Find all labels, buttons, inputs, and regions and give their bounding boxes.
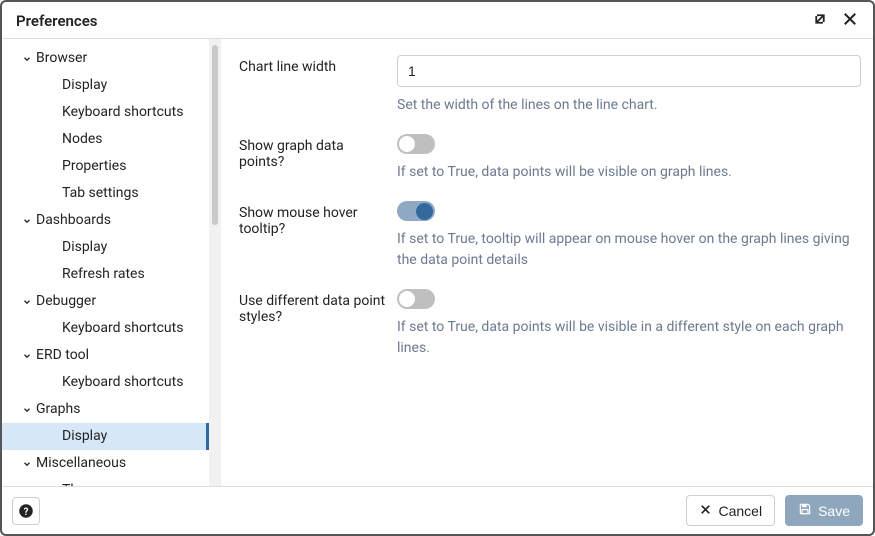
setting-chart-line-width: Chart line width Set the width of the li… [239, 55, 861, 116]
tree-item[interactable]: Themes [2, 477, 209, 486]
settings-panel: Chart line width Set the width of the li… [221, 39, 873, 486]
tree-item-label: Graphs [36, 399, 80, 420]
sidebar-scrollbar[interactable] [209, 39, 221, 486]
setting-label: Show mouse hover tooltip? [239, 201, 397, 237]
chevron-down-icon [20, 405, 34, 415]
setting-description: If set to True, data points will be visi… [397, 162, 861, 183]
setting-description: Set the width of the lines on the line c… [397, 95, 861, 116]
tree-item-label: Keyboard shortcuts [62, 102, 183, 123]
tree-item[interactable]: Refresh rates [2, 261, 209, 288]
tree-item[interactable]: Display [2, 72, 209, 99]
help-button[interactable]: ? [12, 497, 40, 525]
dialog-body: Browser Display Keyboard shortcuts Nodes Pro… [2, 39, 873, 486]
tree-group[interactable]: Graphs [2, 396, 209, 423]
save-label: Save [818, 503, 850, 519]
setting-description: If set to True, tooltip will appear on m… [397, 229, 861, 271]
tree-group[interactable]: Browser [2, 45, 209, 72]
tree-item-label: Miscellaneous [36, 453, 126, 474]
tree-item-label: Keyboard shortcuts [62, 318, 183, 339]
show-graph-points-toggle[interactable] [397, 134, 435, 154]
tree-item[interactable]: Keyboard shortcuts [2, 315, 209, 342]
chart-line-width-input[interactable] [397, 55, 861, 87]
tree-item-label: Display [62, 237, 107, 258]
tree-item-label: Dashboards [36, 210, 111, 231]
tree-item-label: Tab settings [62, 183, 139, 204]
preferences-tree[interactable]: Browser Display Keyboard shortcuts Nodes Pro… [2, 39, 209, 486]
save-button[interactable]: Save [785, 495, 863, 526]
setting-description: If set to True, data points will be visi… [397, 317, 861, 359]
setting-show-graph-points: Show graph data points? If set to True, … [239, 134, 861, 183]
tree-item-label: Display [62, 426, 107, 447]
footer-actions: Cancel Save [686, 495, 863, 526]
tree-item[interactable]: Display [2, 423, 209, 450]
close-icon[interactable] [841, 10, 859, 32]
chevron-down-icon [20, 459, 34, 469]
setting-label: Show graph data points? [239, 134, 397, 170]
dialog-header: Preferences [2, 2, 873, 39]
cancel-button[interactable]: Cancel [686, 495, 775, 526]
chevron-down-icon [20, 54, 34, 64]
chevron-down-icon [20, 216, 34, 226]
svg-text:?: ? [24, 506, 29, 517]
tree-item[interactable]: Keyboard shortcuts [2, 99, 209, 126]
setting-diff-point-styles: Use different data point styles? If set … [239, 289, 861, 359]
tree-item[interactable]: Properties [2, 153, 209, 180]
setting-label: Use different data point styles? [239, 289, 397, 325]
close-icon [699, 503, 712, 519]
tree-item-label: Keyboard shortcuts [62, 372, 183, 393]
tree-item-label: Display [62, 75, 107, 96]
expand-icon[interactable] [811, 10, 829, 32]
tree-item[interactable]: Display [2, 234, 209, 261]
save-icon [798, 502, 812, 519]
chevron-down-icon [20, 297, 34, 307]
tree-item[interactable]: Nodes [2, 126, 209, 153]
diff-point-styles-toggle[interactable] [397, 289, 435, 309]
tree-group[interactable]: ERD tool [2, 342, 209, 369]
tree-group[interactable]: Dashboards [2, 207, 209, 234]
setting-label: Chart line width [239, 55, 397, 75]
tree-item-label: Nodes [62, 129, 103, 150]
setting-show-hover-tooltip: Show mouse hover tooltip? If set to True… [239, 201, 861, 271]
tree-item[interactable]: Keyboard shortcuts [2, 369, 209, 396]
header-actions [811, 10, 859, 32]
tree-item-label: Debugger [36, 291, 96, 312]
tree-item-label: Refresh rates [62, 264, 145, 285]
dialog-title: Preferences [16, 12, 98, 30]
tree-group[interactable]: Debugger [2, 288, 209, 315]
tree-group[interactable]: Miscellaneous [2, 450, 209, 477]
show-hover-tooltip-toggle[interactable] [397, 201, 435, 221]
tree-item-label: ERD tool [36, 345, 89, 366]
cancel-label: Cancel [718, 503, 762, 519]
chevron-down-icon [20, 351, 34, 361]
tree-item-label: Browser [36, 48, 87, 69]
dialog-footer: ? Cancel Save [2, 486, 873, 534]
tree-item[interactable]: Tab settings [2, 180, 209, 207]
tree-item-label: Properties [62, 156, 126, 177]
